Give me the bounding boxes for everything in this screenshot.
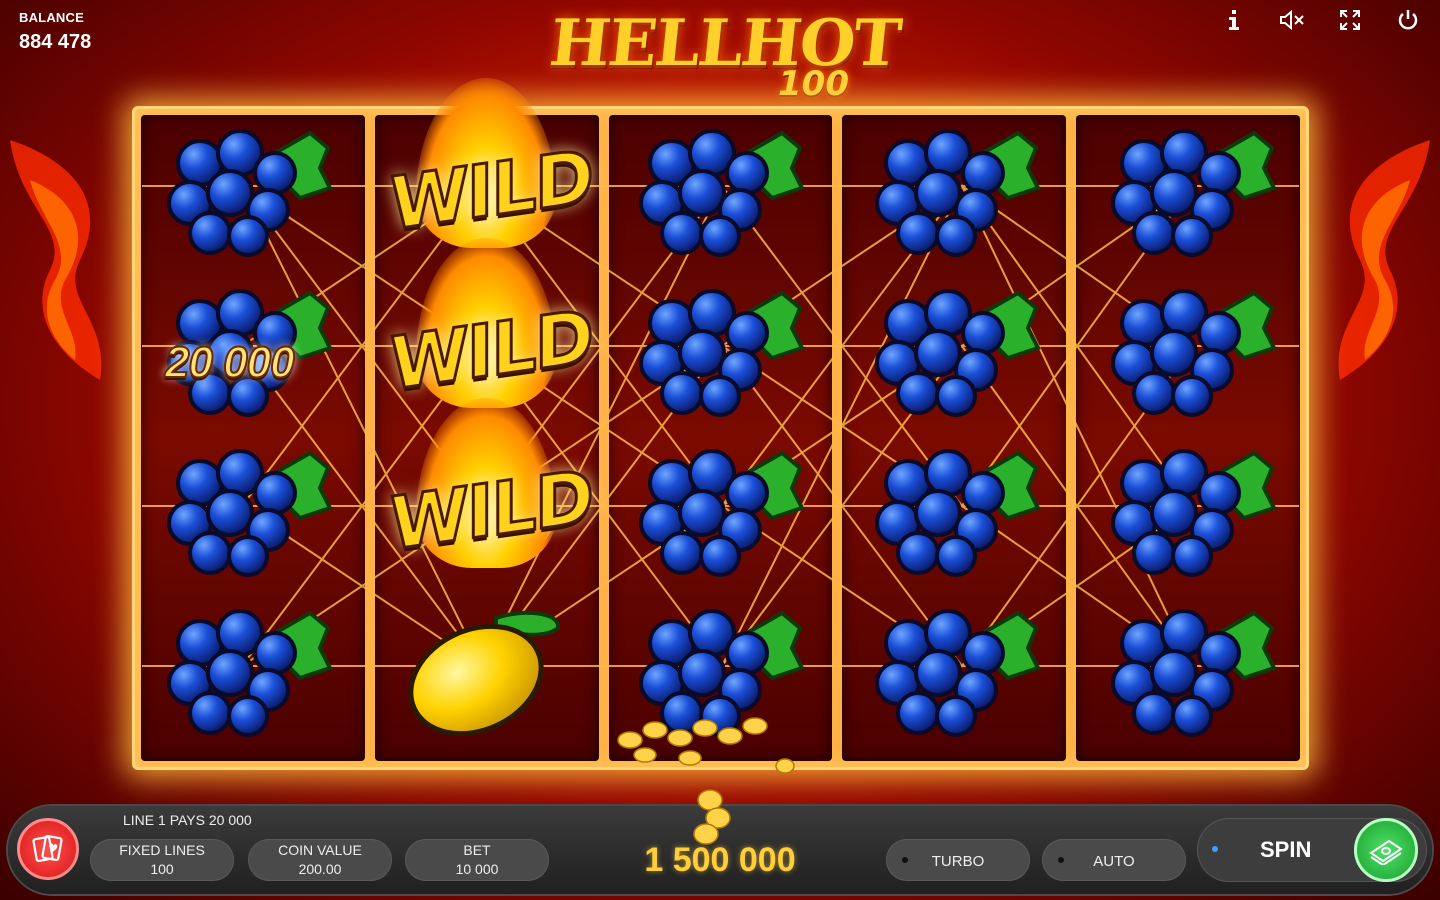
line-pay-message: LINE 1 PAYS 20 000	[123, 812, 252, 828]
coin-value-value: 200.00	[298, 861, 342, 877]
grapes-symbol	[160, 118, 340, 268]
turbo-indicator-dot	[902, 857, 908, 863]
grapes-symbol	[632, 598, 812, 748]
balance-panel: BALANCE 884 478	[19, 10, 91, 54]
balance-label: BALANCE	[19, 10, 84, 25]
grapes-symbol	[1104, 118, 1284, 268]
fixed-lines-label: FIXED LINES	[119, 842, 205, 858]
auto-indicator-dot	[1058, 857, 1064, 863]
top-controls	[1220, 6, 1422, 34]
coin-value-selector[interactable]: COIN VALUE 200.00	[248, 839, 392, 881]
paytable-button[interactable]	[17, 818, 79, 880]
grapes-symbol	[632, 118, 812, 268]
coin-value-label: COIN VALUE	[278, 842, 362, 858]
total-win-amount: 1 500 000	[644, 841, 796, 879]
bet-value: 10 000	[455, 861, 499, 877]
auto-toggle[interactable]: AUTO	[1042, 839, 1186, 881]
left-flame-decoration	[10, 140, 102, 380]
right-flame-decoration	[1338, 140, 1430, 380]
grapes-symbol	[868, 278, 1048, 428]
bet-label: BET	[463, 842, 491, 858]
power-icon[interactable]	[1394, 6, 1422, 34]
grapes-symbol	[1104, 598, 1284, 748]
fullscreen-icon[interactable]	[1336, 6, 1364, 34]
wild-symbol: WILD	[371, 398, 601, 588]
grapes-symbol	[868, 438, 1048, 588]
grapes-symbol	[1104, 278, 1284, 428]
grapes-symbol	[632, 438, 812, 588]
lemon-symbol	[396, 598, 576, 748]
grapes-symbol	[160, 438, 340, 588]
turbo-toggle[interactable]: TURBO	[886, 839, 1030, 881]
fixed-lines-value: 100	[150, 861, 174, 877]
auto-label: AUTO	[1093, 852, 1135, 870]
logo-title: HELLHOT	[546, 6, 904, 81]
cards-icon	[32, 834, 63, 863]
info-icon[interactable]	[1220, 6, 1248, 34]
turbo-label: TURBO	[931, 852, 985, 870]
wild-label: WILD	[389, 132, 594, 248]
symbol-win-amount: 20 000	[164, 337, 296, 388]
fixed-lines-display: FIXED LINES 100	[90, 839, 234, 881]
spin-label: SPIN	[1260, 837, 1312, 862]
wild-label: WILD	[389, 452, 594, 568]
spin-indicator-dot	[1212, 846, 1218, 852]
game-stage: BALANCE 884 478 HELLHOT 100 WILD WILD WI…	[0, 0, 1440, 900]
balance-value: 884 478	[19, 31, 92, 53]
wild-label: WILD	[389, 292, 594, 408]
grapes-symbol	[160, 598, 340, 748]
bet-selector[interactable]: BET 10 000	[405, 839, 549, 881]
cash-stack-icon	[1369, 839, 1403, 865]
spin-button[interactable]	[1354, 818, 1418, 882]
grapes-symbol	[868, 118, 1048, 268]
logo-number: 100	[778, 64, 849, 104]
grapes-symbol	[632, 278, 812, 428]
grapes-symbol	[1104, 438, 1284, 588]
grapes-symbol	[868, 598, 1048, 748]
sound-muted-icon[interactable]	[1278, 6, 1306, 34]
